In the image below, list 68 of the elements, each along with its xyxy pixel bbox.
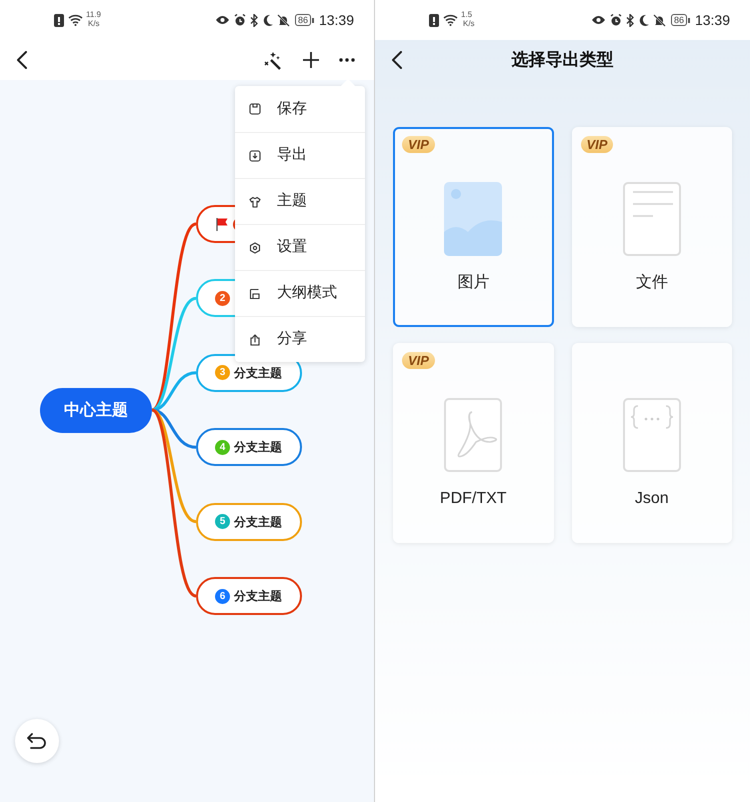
sim-alert-icon: [429, 14, 439, 26]
outline-icon: [249, 288, 261, 300]
menu-item[interactable]: 设置: [235, 224, 365, 270]
branch-topic-node[interactable]: 4 分支主题: [196, 428, 302, 466]
undo-button[interactable]: [15, 719, 59, 763]
battery-level: 86: [294, 14, 311, 26]
branch-topic-label: 分支主题: [234, 439, 282, 456]
branch-topic-label: 分支主题: [234, 588, 282, 605]
eye-icon: [590, 15, 606, 25]
save-icon: [249, 103, 261, 115]
json-file-icon: [622, 398, 681, 472]
pdf-file-icon: [444, 398, 502, 472]
vip-badge: VIP: [402, 136, 435, 153]
menu-item[interactable]: 分享: [235, 316, 365, 362]
priority-badge: 2: [215, 290, 230, 306]
central-topic-node[interactable]: 中心主题: [40, 388, 152, 433]
battery-tip: [312, 18, 314, 22]
menu-item[interactable]: 大纲模式: [235, 270, 365, 316]
magic-wand-icon: [263, 50, 283, 70]
network-speed-unit: K/s: [462, 19, 475, 28]
branch-topic-node[interactable]: 5 分支主题: [196, 502, 302, 541]
moon-icon: [262, 14, 273, 26]
plus-icon: [302, 51, 320, 69]
branch-topic-node[interactable]: 6 分支主题: [196, 577, 302, 615]
export-option-card[interactable]: VIP 图片: [393, 127, 554, 327]
network-speed-value: 11.9: [86, 10, 101, 19]
wifi-icon: [68, 14, 83, 26]
menu-item[interactable]: 导出: [235, 132, 365, 178]
image-icon: [444, 182, 502, 256]
network-speed-unit: K/s: [87, 19, 101, 28]
menu-item[interactable]: 保存: [235, 86, 365, 132]
eye-icon: [214, 15, 230, 25]
document-icon: [622, 182, 681, 256]
export-option-card[interactable]: VIP PDF/TXT: [393, 343, 554, 543]
bluetooth-icon: [626, 14, 634, 26]
branch-topic-label: 分支主题: [234, 364, 282, 382]
add-button[interactable]: [300, 49, 322, 71]
muted-bell-icon: [652, 14, 666, 26]
settings-icon: [249, 242, 261, 254]
muted-bell-icon: [276, 14, 290, 26]
branch-topic-label: 分支主题: [234, 514, 282, 531]
menu-item[interactable]: 主题: [235, 178, 365, 224]
status-time: 13:39: [318, 10, 354, 30]
priority-badge: 6: [215, 588, 230, 604]
alarm-clock-icon: [610, 14, 622, 26]
download-icon: [249, 150, 261, 162]
alarm-clock-icon: [234, 14, 246, 26]
export-option-card[interactable]: Json: [572, 343, 732, 543]
flag-icon: [215, 217, 229, 231]
status-time: 13:39: [694, 10, 730, 30]
moon-icon: [638, 14, 649, 26]
t-shirt-icon: [249, 196, 261, 208]
more-icon: [339, 58, 355, 62]
wifi-icon: [443, 14, 458, 26]
priority-badge: 5: [215, 514, 230, 530]
battery-tip: [688, 18, 690, 22]
export-option-card[interactable]: VIP 文件: [572, 127, 732, 327]
vip-badge: VIP: [402, 352, 435, 369]
priority-badge: 3: [215, 365, 230, 380]
undo-icon: [27, 733, 47, 749]
network-speed-value: 1.5: [461, 10, 474, 19]
priority-badge: 4: [215, 440, 230, 455]
bluetooth-icon: [250, 14, 258, 26]
share-icon: [249, 334, 261, 346]
page-title: 选择导出类型: [512, 49, 614, 72]
vip-badge: VIP: [580, 136, 614, 153]
battery-level: 86: [670, 14, 687, 26]
sim-alert-icon: [54, 14, 64, 26]
